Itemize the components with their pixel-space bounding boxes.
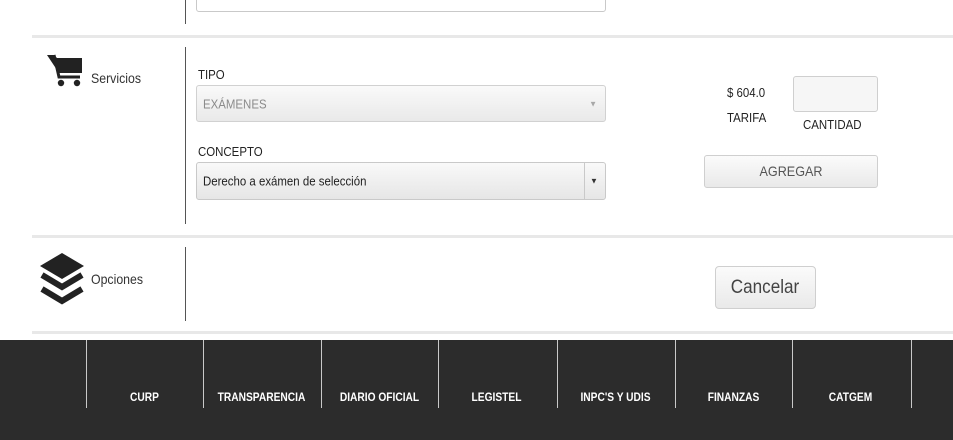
agregar-button[interactable]: AGREGAR <box>704 155 878 188</box>
footer-link-curp[interactable]: CURP <box>95 390 194 404</box>
opciones-label: Opciones <box>91 271 144 287</box>
column-divider <box>185 247 186 321</box>
footer-separator <box>438 340 439 408</box>
footer-separator <box>675 340 676 408</box>
cart-icon <box>47 54 82 87</box>
cantidad-input[interactable] <box>793 76 878 112</box>
column-divider-top <box>185 0 186 24</box>
section-divider <box>32 235 953 238</box>
footer-nav: CURP TRANSPARENCIA DIARIO OFICIAL LEGIST… <box>0 340 953 440</box>
cancel-button[interactable]: Cancelar <box>715 266 816 309</box>
footer-link-transparencia[interactable]: TRANSPARENCIA <box>212 390 311 404</box>
chevron-down-icon: ▼ <box>589 99 597 108</box>
previous-field-bottom <box>196 0 606 12</box>
tipo-value: EXÁMENES <box>203 96 267 111</box>
section-divider <box>32 35 953 38</box>
cantidad-label: CANTIDAD <box>803 117 862 132</box>
footer-link-inpcs-y-udis[interactable]: INPC'S Y UDIS <box>566 390 665 404</box>
tipo-label: TIPO <box>198 67 225 82</box>
cancel-label: Cancelar <box>731 277 800 298</box>
footer-separator <box>203 340 204 408</box>
layers-icon <box>40 253 84 305</box>
servicios-label: Servicios <box>91 70 141 86</box>
footer-separator <box>321 340 322 408</box>
concepto-select[interactable]: Derecho a exámen de selección ▼ <box>196 162 606 200</box>
chevron-down-icon: ▼ <box>590 176 598 186</box>
footer-separator <box>792 340 793 408</box>
select-arrow-box: ▼ <box>584 163 605 199</box>
footer-link-legistel[interactable]: LEGISTEL <box>447 390 546 404</box>
footer-link-finanzas[interactable]: FINANZAS <box>684 390 783 404</box>
tarifa-label: TARIFA <box>727 110 767 125</box>
tipo-select[interactable]: EXÁMENES ▼ <box>196 85 606 122</box>
footer-separator <box>557 340 558 408</box>
price-value: $ 604.0 <box>727 85 766 100</box>
footer-link-catgem[interactable]: CATGEM <box>801 390 900 404</box>
footer-link-diario-oficial[interactable]: DIARIO OFICIAL <box>330 390 429 404</box>
footer-separator <box>911 340 912 408</box>
column-divider <box>185 47 186 224</box>
section-divider <box>32 331 953 334</box>
concepto-value: Derecho a exámen de selección <box>203 173 367 189</box>
footer-separator <box>86 340 87 408</box>
agregar-label: AGREGAR <box>759 163 823 179</box>
concepto-label: CONCEPTO <box>198 144 263 159</box>
